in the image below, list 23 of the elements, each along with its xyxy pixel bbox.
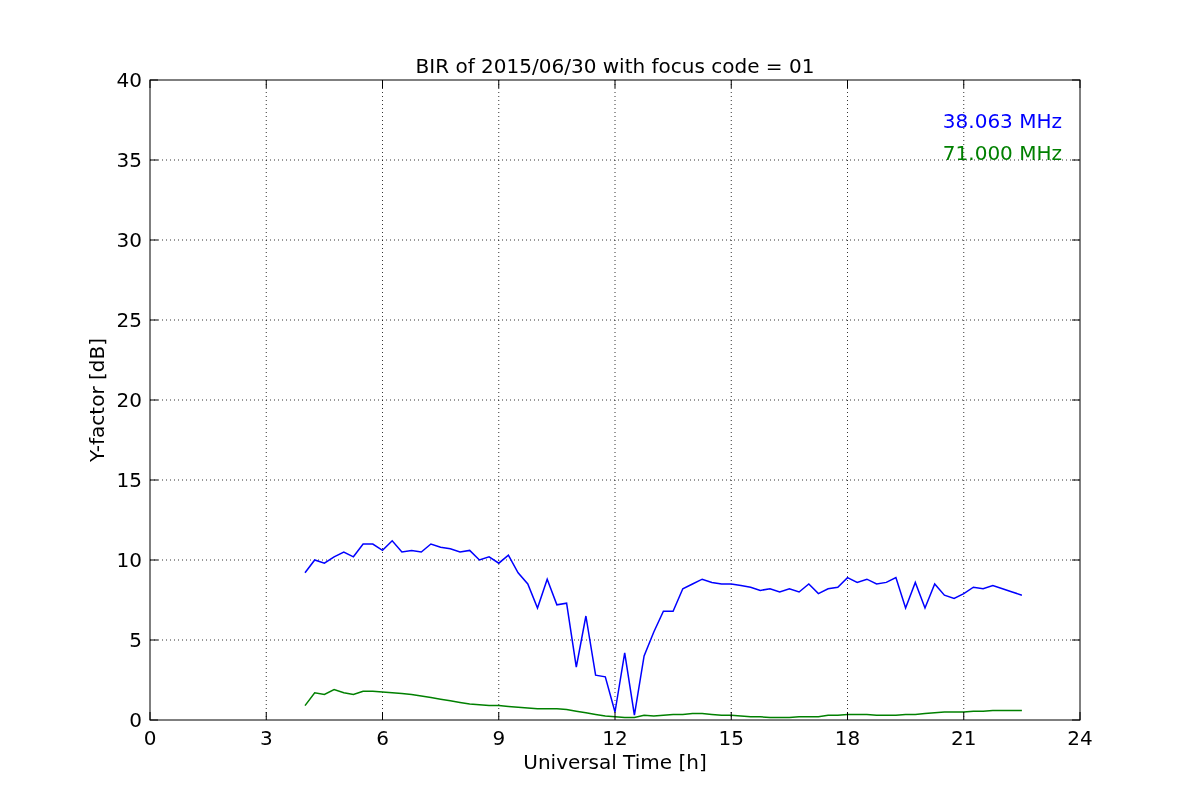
y-tick-label: 5 <box>129 628 142 652</box>
x-tick-label: 21 <box>951 726 977 750</box>
chart-title: BIR of 2015/06/30 with focus code = 01 <box>415 54 815 78</box>
x-tick-label: 3 <box>259 726 273 750</box>
legend-label: 71.000 MHz <box>942 141 1062 165</box>
y-tick-label: 35 <box>116 148 142 172</box>
x-tick-label: 18 <box>834 726 861 750</box>
y-tick-label: 10 <box>116 548 142 572</box>
y-tick-label: 20 <box>116 388 142 412</box>
x-axis-label: Universal Time [h] <box>523 750 707 774</box>
x-tick-label: 6 <box>376 726 389 750</box>
x-tick-label: 24 <box>1067 726 1093 750</box>
y-tick-label: 0 <box>129 708 142 732</box>
x-tick-label: 9 <box>492 726 506 750</box>
y-tick-label: 30 <box>116 228 142 252</box>
y-tick-label: 40 <box>116 68 142 92</box>
y-tick-label: 15 <box>116 468 142 492</box>
x-tick-label: 12 <box>602 726 628 750</box>
x-tick-label: 0 <box>143 726 157 750</box>
y-tick-label: 25 <box>116 308 142 332</box>
x-tick-label: 15 <box>718 726 744 750</box>
y-axis-label: Y-factor [dB] <box>85 338 109 462</box>
legend-label: 38.063 MHz <box>942 109 1062 133</box>
